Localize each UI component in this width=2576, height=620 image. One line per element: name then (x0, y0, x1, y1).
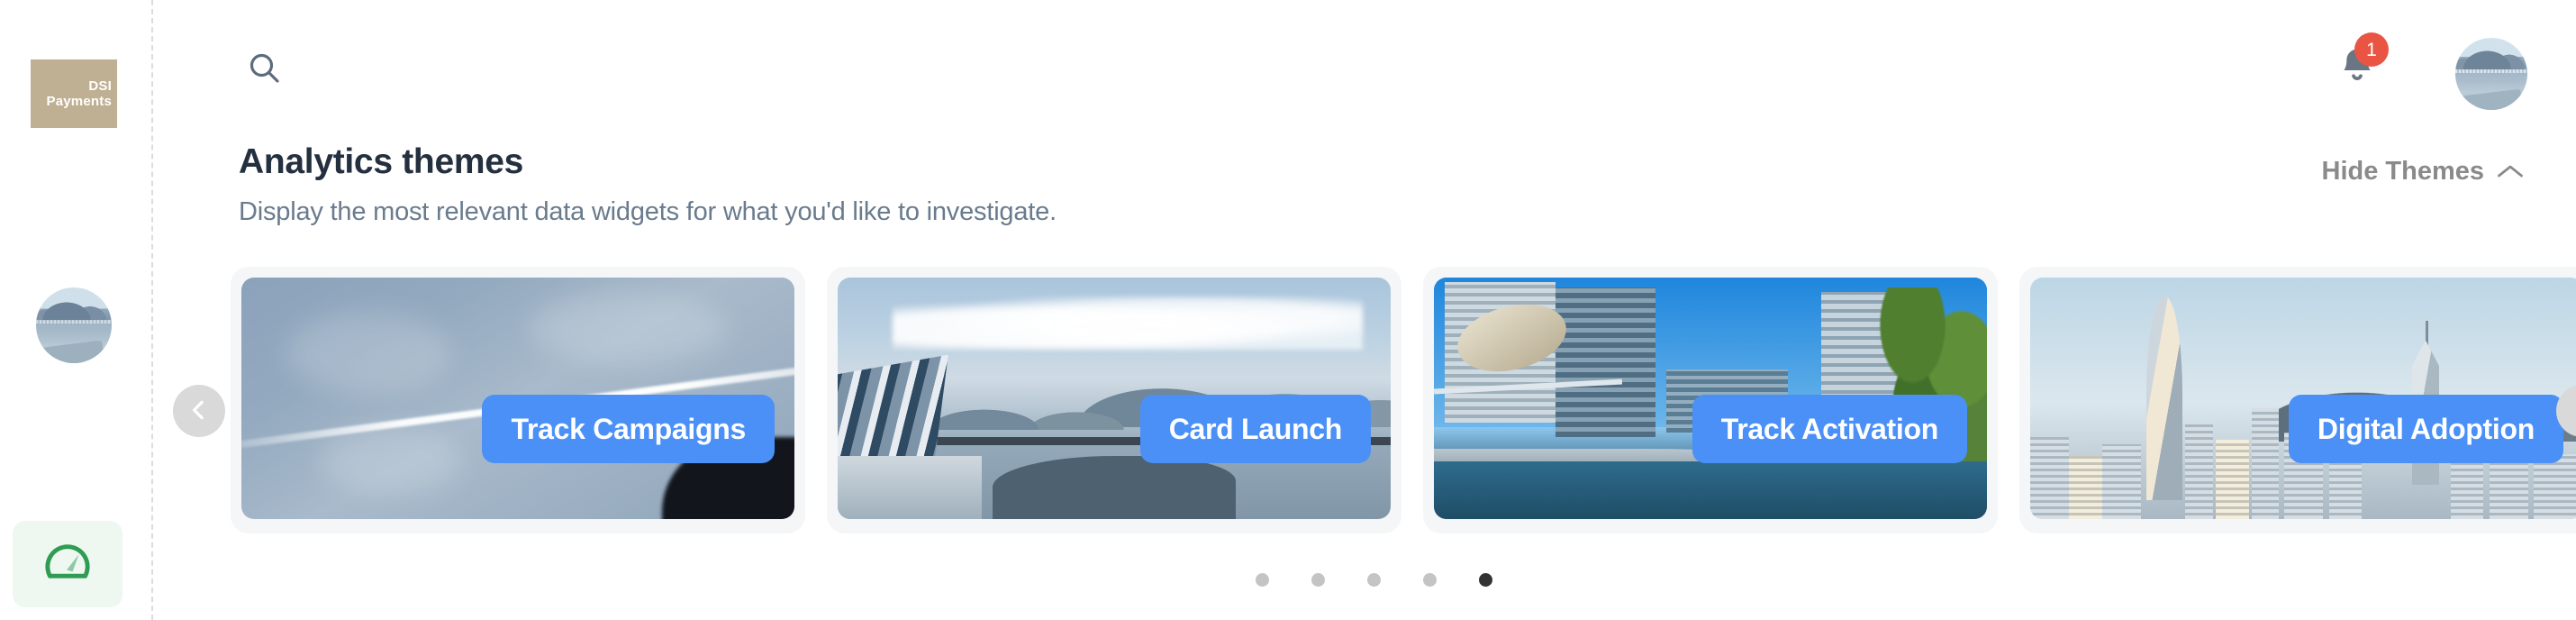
pagination-dot[interactable] (1366, 573, 1381, 587)
cloud (318, 427, 463, 496)
carousel-prev-button[interactable] (173, 385, 225, 437)
brand-line-1: DSI (88, 78, 112, 94)
pagination-dot[interactable] (1478, 573, 1492, 587)
brand-line-2: Payments (46, 94, 112, 109)
bell-icon (2335, 49, 2380, 92)
search-icon (246, 50, 282, 88)
theme-card-image: Track Activation (1434, 278, 1987, 519)
clouds (893, 296, 1364, 351)
theme-card[interactable]: Track Campaigns (231, 267, 805, 533)
water (1434, 460, 1987, 519)
page-title: Analytics themes (239, 142, 523, 181)
chevron-up-icon (2497, 157, 2524, 187)
chevron-right-icon (2571, 398, 2576, 424)
app-root: DSI Payments 1 Analytics themes Display … (0, 0, 2576, 620)
theme-card-image: Card Launch (838, 278, 1391, 519)
top-bar: 1 (153, 0, 2576, 144)
theme-card[interactable]: Track Activation (1423, 267, 1998, 533)
theme-card-image: Digital Adoption (2030, 278, 2576, 519)
avatar-shoreline (36, 320, 112, 324)
theme-button[interactable]: Track Activation (1692, 395, 1967, 463)
building (2533, 453, 2576, 519)
islands (926, 403, 1170, 430)
theme-button[interactable]: Card Launch (1139, 395, 1371, 463)
theme-card[interactable]: Card Launch (827, 267, 1401, 533)
speedometer-icon (42, 537, 93, 592)
hide-themes-toggle[interactable]: Hide Themes (2322, 157, 2525, 187)
pagination-dot[interactable] (1255, 573, 1269, 587)
sidebar-avatar[interactable] (36, 287, 112, 363)
avatar-shoreline (2455, 69, 2527, 74)
carousel-track: Track Campaigns Card Launch Track Activa… (153, 267, 2576, 533)
carousel-pagination (153, 573, 2576, 587)
building (2030, 436, 2069, 519)
building (2184, 422, 2213, 519)
terrace (838, 456, 982, 519)
cloud (529, 292, 729, 365)
sidebar-item-dashboard[interactable] (13, 521, 122, 607)
theme-button[interactable]: Digital Adoption (2288, 395, 2563, 463)
foreground-hill (992, 456, 1237, 519)
building (2251, 407, 2280, 519)
search-button[interactable] (239, 43, 289, 94)
tower-mid (1556, 287, 1655, 437)
avatar-foreground (2455, 89, 2523, 110)
avatar-foreground (36, 340, 105, 363)
theme-card[interactable]: Digital Adoption (2019, 267, 2576, 533)
page-subtitle: Display the most relevant data widgets f… (239, 197, 1057, 226)
hide-themes-label: Hide Themes (2321, 157, 2485, 186)
main-content: 1 Analytics themes Display the most rele… (153, 0, 2576, 620)
cloud (286, 311, 452, 394)
theme-button[interactable]: Track Campaigns (482, 395, 775, 463)
themes-carousel: Track Campaigns Card Launch Track Activa… (153, 267, 2576, 555)
sidebar: DSI Payments (0, 0, 153, 620)
pagination-dot[interactable] (1422, 573, 1437, 587)
theme-card-image: Track Campaigns (241, 278, 794, 519)
chevron-left-icon (187, 398, 211, 424)
ifc-tower (2145, 296, 2182, 500)
building (2068, 456, 2102, 519)
brand-logo[interactable]: DSI Payments (31, 59, 117, 128)
section-header: Analytics themes Display the most releva… (153, 144, 2576, 225)
profile-avatar[interactable] (2455, 38, 2527, 110)
avatar-mountain (36, 295, 112, 321)
building (2215, 439, 2249, 519)
avatar-mountain (2455, 43, 2527, 70)
building (2101, 443, 2141, 519)
pagination-dot[interactable] (1311, 573, 1325, 587)
notifications-button[interactable]: 1 (2335, 32, 2389, 92)
notification-badge: 1 (2354, 32, 2389, 67)
